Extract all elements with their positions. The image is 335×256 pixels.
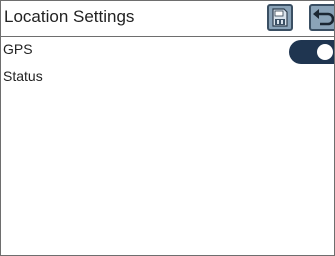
page-title: Location Settings (4, 7, 135, 26)
header-bar: Location Settings (1, 1, 334, 37)
status-label: Status (3, 68, 43, 84)
gps-toggle[interactable] (289, 40, 334, 64)
save-button[interactable] (267, 4, 293, 31)
back-button[interactable] (309, 4, 334, 31)
back-arrow-icon (313, 9, 334, 26)
gps-label: GPS (3, 41, 33, 57)
location-settings-screen: Location Settings GPS Status (0, 0, 335, 256)
toggle-knob (317, 44, 333, 60)
sd-card-save-icon (272, 8, 288, 27)
